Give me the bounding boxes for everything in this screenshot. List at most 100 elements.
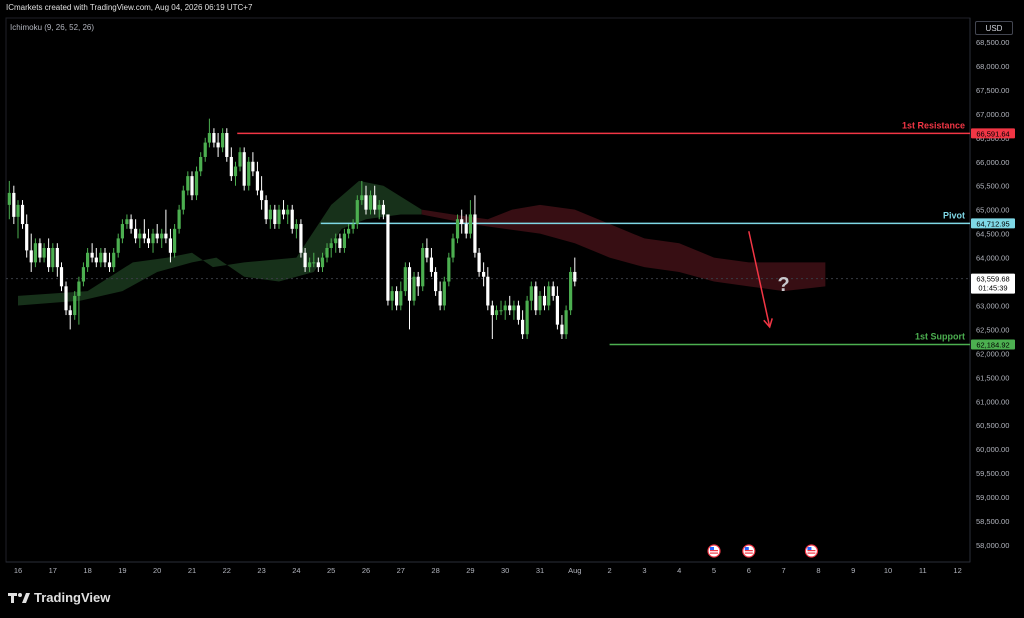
candle-body [434,271,438,292]
candle-body [334,238,338,244]
price-tick-label: 65,000.00 [976,206,1009,215]
candle-body [99,252,103,263]
candle-body [264,200,268,220]
candle-body [42,247,46,258]
price-tick-label: 61,000.00 [976,397,1009,406]
candle-body [494,310,499,316]
candle-body [160,233,164,239]
time-tick-label: 6 [747,566,751,575]
candle-body [290,209,294,229]
time-tick-label: 24 [292,566,300,575]
candle-body [186,176,190,191]
candle-body [412,276,416,301]
candle-body [373,195,377,210]
price-tick-label: 59,000.00 [976,493,1009,502]
candle-body [477,252,481,272]
time-tick-label: 22 [223,566,231,575]
candle-body [103,252,107,263]
candle-body [421,247,425,287]
candle-body [381,204,385,215]
candle-body [125,219,129,225]
time-tick-label: 18 [83,566,91,575]
tradingview-logo[interactable]: TradingView [8,590,110,605]
candle-body [516,305,521,320]
us-flag-icon[interactable] [742,544,756,558]
candle-body [90,252,94,258]
level-name: Pivot [943,210,965,220]
candle-body [542,295,547,306]
time-tick-label: 23 [257,566,265,575]
time-tick-label: 17 [49,566,57,575]
candle-body [316,262,320,268]
candle-body [181,190,185,210]
tradingview-logo-text: TradingView [34,590,111,605]
candle-body [177,209,181,229]
candle-body [425,247,429,258]
price-tick-label: 62,500.00 [976,325,1009,334]
candle-body [51,247,55,268]
countdown-label: 01:45:39 [978,284,1007,293]
us-flag-icon[interactable] [804,544,819,558]
candle-body [460,219,464,225]
time-tick-label: 16 [14,566,22,575]
candle-body [560,324,564,335]
candle-body [395,291,399,306]
price-tick-label: 60,500.00 [976,421,1009,430]
candle-body [442,281,446,306]
candle-body [216,142,220,148]
candle-body [207,133,211,143]
time-tick-label: Aug [568,566,581,575]
indicator-legend[interactable]: Ichimoku (9, 26, 52, 26) [10,23,94,32]
time-tick-label: 26 [362,566,370,575]
price-tick-label: 65,500.00 [976,182,1009,191]
price-chart[interactable]: 68,500.00 68,000.00 67,500.00 67,000.00 66,5… [0,0,1024,618]
time-tick-label: 11 [919,566,927,575]
candle-body [242,152,246,186]
candle-body [107,262,112,268]
candle-body [529,286,533,301]
candle-body [164,233,168,239]
level-price-label: 62,184.92 [976,341,1009,350]
candle-body [59,267,64,287]
candle-body [503,305,507,311]
candle-body [299,224,303,253]
candle-body [190,176,194,196]
candle-body [534,286,538,311]
candle-body [364,195,368,210]
candle-body [551,286,555,296]
candle-body [390,291,394,301]
candle-body [81,267,86,282]
chart-frame: 68,500.00 68,000.00 67,500.00 67,000.00 66,5… [0,0,1024,618]
candle-body [407,267,412,301]
currency-selector[interactable]: USD [975,21,1013,35]
level-name: 1st Resistance [902,120,965,130]
candle-body [329,243,333,248]
us-flag-icon[interactable] [707,544,721,558]
candle-body [94,257,98,263]
candle-body [368,195,373,210]
candle-body [68,310,72,316]
candle-body [499,310,503,312]
candle-body [155,233,159,239]
candle-body [308,262,312,268]
candle-body [238,152,242,167]
time-tick-label: 21 [188,566,196,575]
candle-body [16,204,20,217]
time-tick-label: 28 [431,566,439,575]
price-tick-label: 58,000.00 [976,541,1009,550]
candle-body [521,319,525,335]
candle-body [225,133,229,157]
candle-body [146,238,151,244]
candle-body [55,247,59,268]
price-tick-label: 68,000.00 [976,62,1009,71]
candle-body [142,233,146,239]
price-tick-label: 60,000.00 [976,445,1009,454]
candle-body [173,228,177,253]
question-mark-icon: ? [777,274,789,296]
time-tick-label: 3 [642,566,646,575]
time-tick-label: 8 [816,566,820,575]
level-price-label: 64,712.95 [976,219,1009,228]
candle-body [268,209,272,220]
candle-body [12,192,16,217]
price-tick-label: 67,500.00 [976,86,1009,95]
